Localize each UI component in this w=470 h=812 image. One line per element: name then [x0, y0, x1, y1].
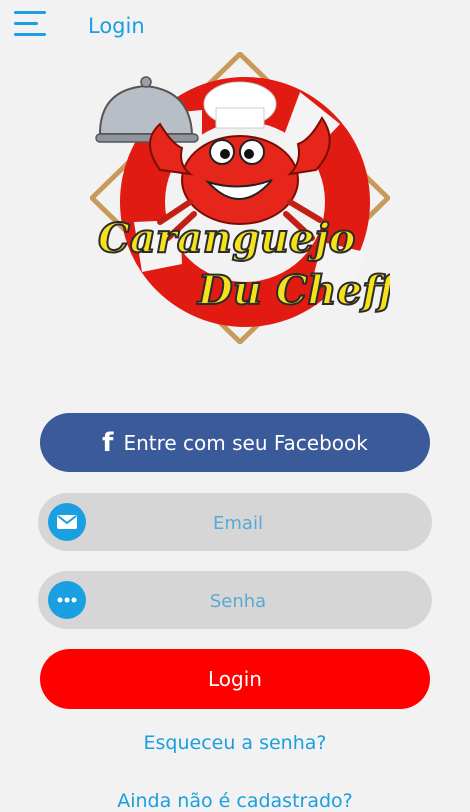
- logo-text-line1: Caranguejo: [98, 215, 355, 262]
- password-input[interactable]: [94, 571, 382, 631]
- mail-icon: [48, 503, 86, 541]
- top-bar: Login: [0, 0, 470, 56]
- login-button[interactable]: Login: [40, 649, 430, 709]
- hamburger-menu-icon[interactable]: [14, 11, 48, 41]
- forgot-password-link[interactable]: Esqueceu a senha?: [0, 732, 470, 754]
- password-field-container: [38, 571, 432, 631]
- signup-link[interactable]: Ainda não é cadastrado?: [0, 790, 470, 812]
- more-dots-icon: [48, 581, 86, 619]
- email-input[interactable]: [94, 493, 382, 553]
- email-field-container: [38, 493, 432, 553]
- page-title: Login: [88, 14, 145, 38]
- logo-text-line2: Du Cheff: [197, 267, 390, 314]
- facebook-login-button[interactable]: f Entre com seu Facebook: [40, 413, 430, 472]
- facebook-button-label: Entre com seu Facebook: [123, 430, 368, 455]
- crab-chef-logo: Caranguejo Du Cheff: [88, 50, 402, 346]
- facebook-icon: f: [102, 427, 114, 458]
